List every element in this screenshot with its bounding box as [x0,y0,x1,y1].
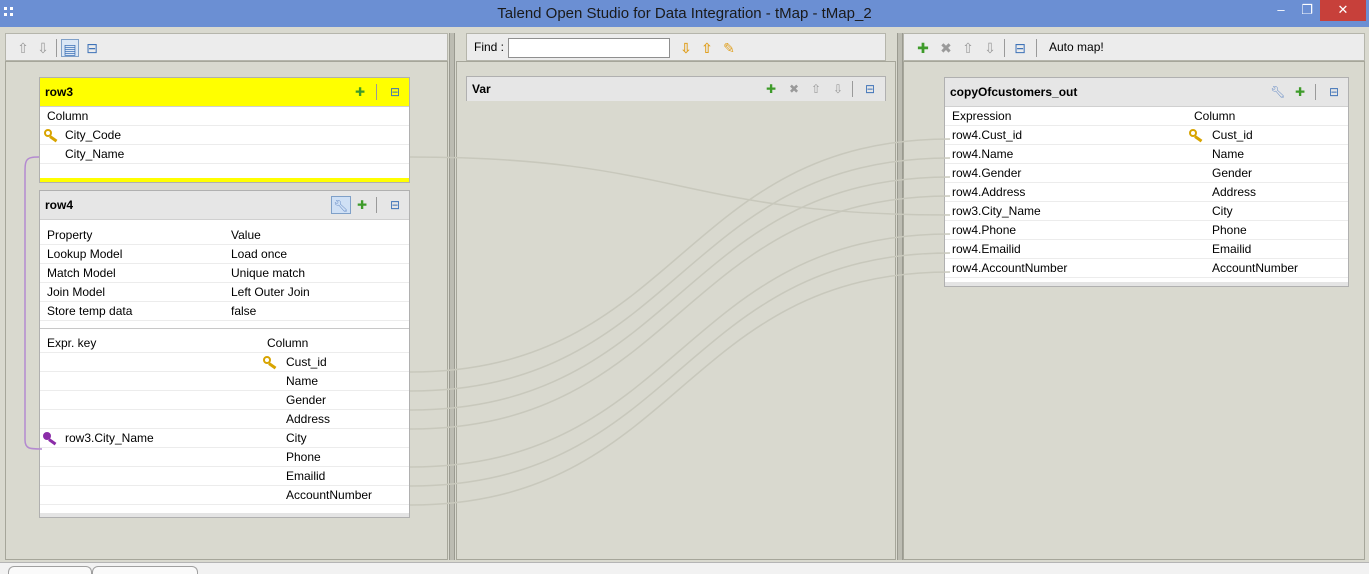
find-label: Find : [474,40,505,54]
table-row[interactable]: row4.Cust_id Cust_id [945,126,1348,145]
key-icon [263,356,277,370]
find-toolbar: Find : ⇩ ⇧ ✎ [466,33,886,61]
add-column-icon[interactable]: ✚ [1290,83,1310,101]
add-variable-icon[interactable]: ✚ [761,80,781,98]
table-row[interactable]: row4.Name Name [945,145,1348,164]
var-header: Var ✚ ✖ ⇧ ⇩ ⊟ [467,77,885,101]
table-row[interactable]: row4.Address Address [945,183,1348,202]
table-row[interactable]: Name [40,372,409,391]
table-row[interactable]: AccountNumber [40,486,409,505]
panel-splitter[interactable] [449,33,455,560]
move-up-icon[interactable]: ⇧ [14,39,32,57]
table-view-icon[interactable]: ▤ [61,39,79,57]
table-row[interactable]: Gender [40,391,409,410]
property-row[interactable]: Store temp data false [40,302,409,321]
input-toolbar: ⇧ ⇩ ▤ ⊟ [5,33,448,61]
find-input[interactable] [508,38,670,58]
move-down-icon[interactable]: ⇩ [828,80,848,98]
column-header: Column [47,109,89,123]
window-title: Talend Open Studio for Data Integration … [497,5,872,22]
row4-table: row4 🔧︎ ✚ ⊟ Property Value Lookup Model … [39,190,410,518]
row3-table: row3 ✚ ⊟ Column City_Code City_Name [39,77,410,183]
maximize-button[interactable]: ❐ [1294,0,1320,21]
table-row[interactable]: row4.Emailid Emailid [945,240,1348,259]
table-row[interactable]: row4.AccountNumber AccountNumber [945,259,1348,278]
key-icon [1189,129,1203,143]
table-row[interactable]: Cust_id [40,353,409,372]
tmap-editor: ⇧ ⇩ ▤ ⊟ Find : ⇩ ⇧ ✎ ✚ ✖ ⇧ ⇩ ⊟ Auto map!… [0,27,1369,562]
table-name: row3 [45,85,74,99]
remove-variable-icon[interactable]: ✖ [784,80,804,98]
remove-output-icon[interactable]: ✖ [937,39,955,57]
minimize-table-icon[interactable]: ⊟ [860,80,880,98]
table-row[interactable]: City_Code [40,126,409,145]
move-down-icon[interactable]: ⇩ [981,39,999,57]
editor-tab[interactable] [8,566,92,574]
find-next-icon[interactable]: ⇩ [677,39,695,57]
row3-header: row3 ✚ ⊟ [40,78,409,107]
row4-header: row4 🔧︎ ✚ ⊟ [40,191,409,220]
find-previous-icon[interactable]: ⇧ [698,39,716,57]
wrench-icon[interactable]: 🔧︎ [331,196,351,214]
table-row[interactable]: Address [40,410,409,429]
table-row[interactable]: row3.City_Name City [40,429,409,448]
move-down-icon[interactable]: ⇩ [34,39,52,57]
minimize-table-icon[interactable]: ⊟ [385,83,405,101]
wrench-icon[interactable]: 🔧︎ [1268,83,1288,101]
minimize-table-icon[interactable]: ⊟ [385,196,405,214]
key-icon [44,129,58,143]
output-header: copyOfcustomers_out 🔧︎ ✚ ⊟ [945,78,1348,107]
minimize-tables-icon[interactable]: ⊟ [83,39,101,57]
column-header-row: Column [40,107,409,126]
move-up-icon[interactable]: ⇧ [959,39,977,57]
table-name: copyOfcustomers_out [950,85,1078,99]
minimize-button[interactable]: – [1268,0,1294,21]
table-row[interactable]: row3.City_Name City [945,202,1348,221]
table-row[interactable]: City_Name [40,145,409,164]
move-up-icon[interactable]: ⇧ [806,80,826,98]
output-toolbar: ✚ ✖ ⇧ ⇩ ⊟ Auto map! [903,33,1365,61]
expr-key-cell[interactable]: row3.City_Name [65,429,154,447]
editor-tab[interactable] [92,566,198,574]
property-row[interactable]: Lookup Model Load once [40,245,409,264]
add-column-icon[interactable]: ✚ [352,196,372,214]
add-column-icon[interactable]: ✚ [350,83,370,101]
table-row[interactable]: Phone [40,448,409,467]
output-table: copyOfcustomers_out 🔧︎ ✚ ⊟ Expression Co… [944,77,1349,287]
table-name: Var [472,82,491,96]
table-name: row4 [45,198,74,212]
window-titlebar: Talend Open Studio for Data Integration … [0,0,1369,27]
property-header-row: Property Value [40,226,409,245]
highlight-icon[interactable]: ✎ [720,39,738,57]
add-output-icon[interactable]: ✚ [914,39,932,57]
property-row[interactable]: Match Model Unique match [40,264,409,283]
property-row[interactable]: Join Model Left Outer Join [40,283,409,302]
table-row[interactable]: Emailid [40,467,409,486]
auto-map-button[interactable]: Auto map! [1049,40,1104,54]
var-panel [456,61,896,560]
join-key-icon [43,432,57,446]
column-header-row: Expr. key Column [40,334,409,353]
table-row[interactable]: row4.Phone Phone [945,221,1348,240]
minimize-table-icon[interactable]: ⊟ [1324,83,1344,101]
minimize-tables-icon[interactable]: ⊟ [1011,39,1029,57]
var-table: Var ✚ ✖ ⇧ ⇩ ⊟ [466,76,886,101]
close-button[interactable]: ✕ [1320,0,1366,21]
table-row[interactable]: row4.Gender Gender [945,164,1348,183]
bottom-tab-bar [0,562,1369,574]
column-header-row: Expression Column [945,107,1348,126]
